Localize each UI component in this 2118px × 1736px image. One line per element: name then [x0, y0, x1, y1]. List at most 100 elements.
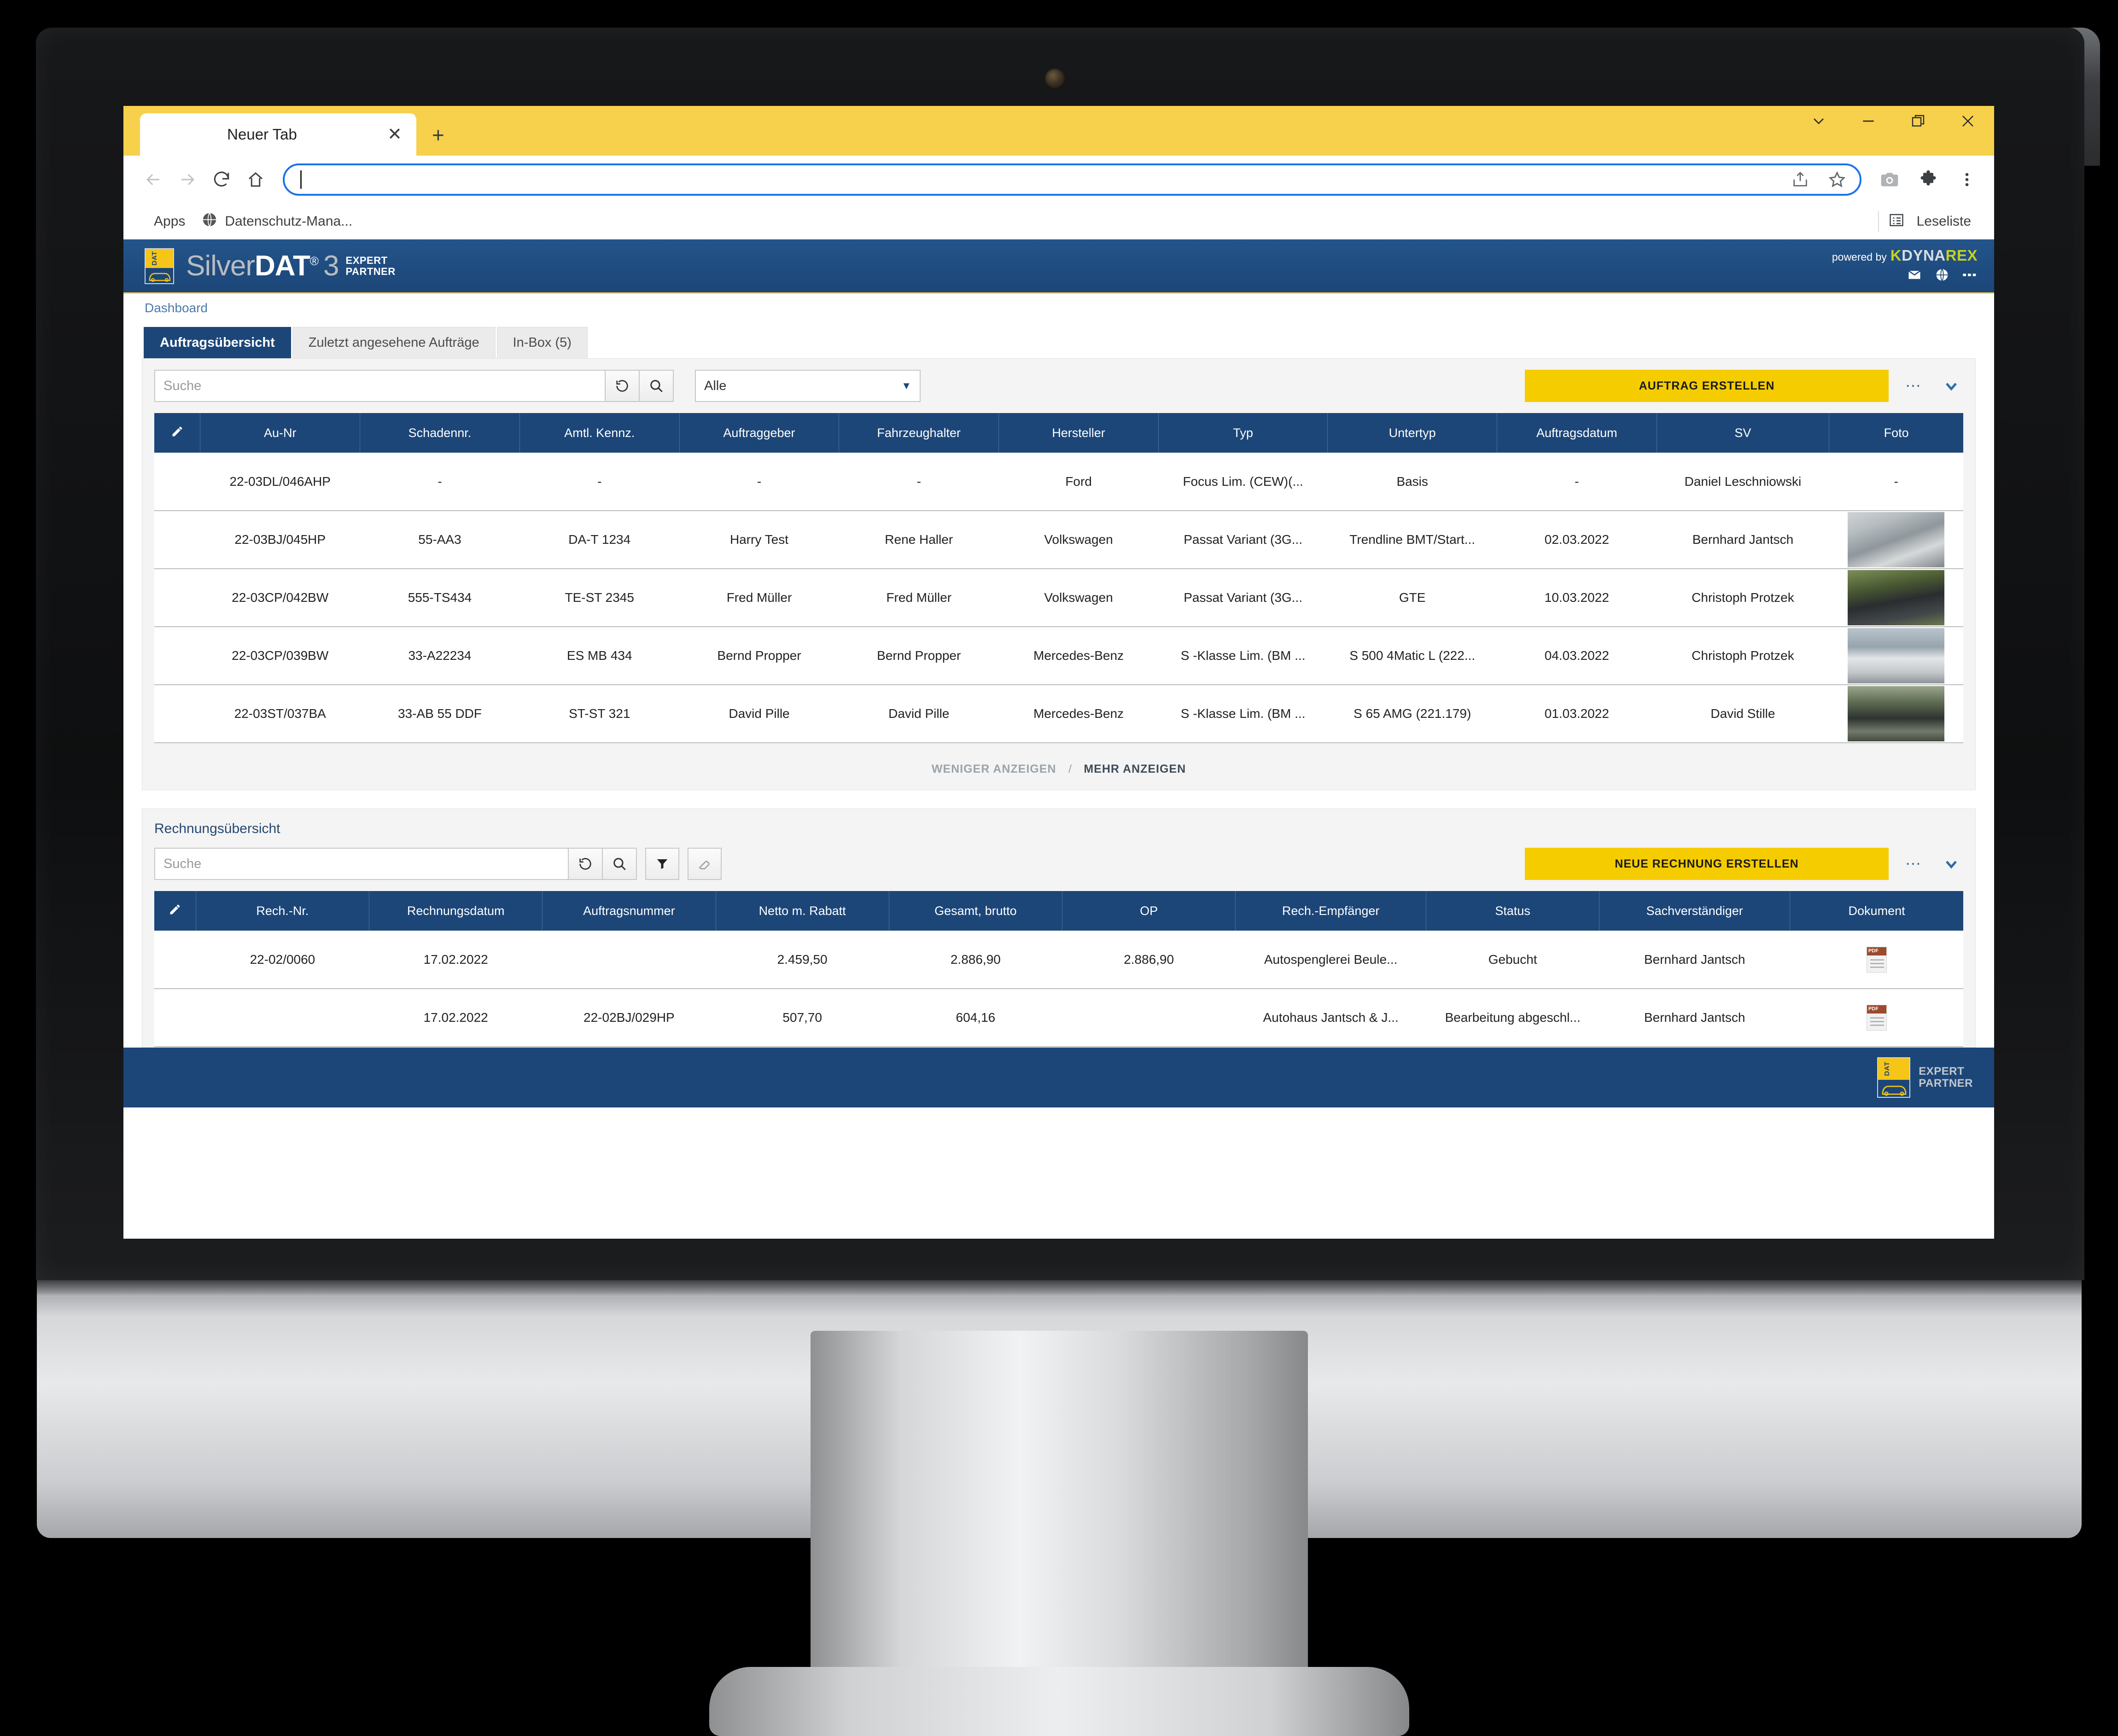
orders-col-auftragsdatum[interactable]: Auftragsdatum: [1497, 413, 1657, 453]
cell-foto[interactable]: [1829, 627, 1963, 685]
orders-col-typ[interactable]: Typ: [1158, 413, 1328, 453]
orders-col-untertyp[interactable]: Untertyp: [1327, 413, 1497, 453]
minimize-icon[interactable]: [1858, 111, 1879, 132]
create-order-button[interactable]: AUFTRAG ERSTELLEN: [1525, 370, 1889, 402]
brand-expert-partner: EXPERT PARTNER: [346, 255, 396, 276]
tab-inbox[interactable]: In-Box (5): [496, 327, 588, 358]
invoices-eraser-icon[interactable]: [688, 848, 722, 880]
orders-collapse-icon[interactable]: [1942, 377, 1960, 395]
orders-search-icon[interactable]: [640, 370, 674, 402]
new-tab-icon[interactable]: +: [432, 124, 444, 146]
tab-close-icon[interactable]: ✕: [384, 126, 405, 143]
invoices-col-netto[interactable]: Netto m. Rabatt: [716, 891, 889, 931]
invoices-col-empfaenger[interactable]: Rech.-Empfänger: [1235, 891, 1427, 931]
extensions-puzzle-icon[interactable]: [1914, 165, 1943, 194]
row-edit-cell[interactable]: [154, 685, 200, 743]
orders-col-sv[interactable]: SV: [1657, 413, 1830, 453]
row-edit-cell[interactable]: [154, 627, 200, 685]
row-edit-cell[interactable]: [154, 569, 200, 627]
invoices-col-sachverstaendiger[interactable]: Sachverständiger: [1599, 891, 1791, 931]
invoices-search-input[interactable]: [154, 848, 569, 880]
cell-foto[interactable]: [1829, 511, 1963, 569]
show-less-link[interactable]: WENIGER ANZEIGEN: [932, 763, 1056, 775]
invoices-edit-column-header[interactable]: [154, 891, 196, 931]
invoices-col-rechnungsdatum[interactable]: Rechnungsdatum: [369, 891, 543, 931]
vehicle-thumbnail[interactable]: [1848, 570, 1945, 625]
vehicle-thumbnail[interactable]: [1848, 512, 1945, 567]
cell-dokument[interactable]: PDF: [1790, 989, 1963, 1047]
invoices-col-op[interactable]: OP: [1062, 891, 1236, 931]
cell-au-nr: 22-03DL/046AHP: [200, 453, 360, 511]
invoices-overflow-icon[interactable]: ⋯: [1905, 855, 1922, 873]
pdf-icon[interactable]: PDF: [1866, 1005, 1887, 1031]
invoices-col-rech-nr[interactable]: Rech.-Nr.: [196, 891, 370, 931]
row-edit-cell[interactable]: [154, 931, 196, 989]
cell-foto[interactable]: [1829, 685, 1963, 743]
bookmark-apps[interactable]: Apps: [146, 210, 193, 233]
forward-icon[interactable]: [170, 163, 204, 197]
chevron-down-icon[interactable]: [1808, 111, 1829, 132]
restore-icon[interactable]: [1908, 111, 1929, 132]
invoices-header-row: Rech.-Nr. Rechnungsdatum Auftragsnummer …: [154, 891, 1963, 931]
orders-reset-icon[interactable]: [606, 370, 640, 402]
create-invoice-button[interactable]: NEUE RECHNUNG ERSTELLEN: [1525, 848, 1889, 880]
back-icon[interactable]: [136, 163, 170, 197]
vehicle-thumbnail[interactable]: [1848, 628, 1945, 683]
invoices-col-dokument[interactable]: Dokument: [1790, 891, 1963, 931]
table-row[interactable]: 22-03CP/042BW 555-TS434 TE-ST 2345 Fred …: [154, 569, 1963, 627]
orders-col-kennz[interactable]: Amtl. Kennz.: [519, 413, 680, 453]
home-icon[interactable]: [239, 163, 273, 197]
reading-list-label-wrap[interactable]: Leseliste: [1914, 210, 1979, 233]
row-edit-cell[interactable]: [154, 989, 196, 1047]
dat-logo-word: DAT: [1883, 1061, 1891, 1076]
invoices-search-icon[interactable]: [603, 848, 637, 880]
window-close-icon[interactable]: [1957, 111, 1978, 132]
row-edit-cell[interactable]: [154, 453, 200, 511]
orders-col-halter[interactable]: Fahrzeughalter: [839, 413, 999, 453]
orders-search-input[interactable]: [154, 370, 606, 402]
browser-tab[interactable]: Neuer Tab ✕: [140, 113, 416, 156]
vehicle-thumbnail[interactable]: [1848, 686, 1945, 741]
cell-dokument[interactable]: PDF: [1790, 931, 1963, 989]
orders-overflow-icon[interactable]: ⋯: [1905, 377, 1922, 395]
table-row[interactable]: 22-03CP/039BW 33-A22234 ES MB 434 Bernd …: [154, 627, 1963, 685]
invoices-funnel-icon[interactable]: [645, 848, 679, 880]
orders-col-hersteller[interactable]: Hersteller: [998, 413, 1159, 453]
table-row[interactable]: 22-03BJ/045HP 55-AA3 DA-T 1234 Harry Tes…: [154, 511, 1963, 569]
invoices-col-status[interactable]: Status: [1426, 891, 1600, 931]
row-edit-cell[interactable]: [154, 511, 200, 569]
bookmark-item[interactable]: Datenschutz-Mana...: [193, 208, 361, 235]
invoices-collapse-icon[interactable]: [1942, 855, 1960, 873]
orders-col-foto[interactable]: Foto: [1829, 413, 1963, 453]
orders-filter-select[interactable]: Alle ▼: [695, 370, 921, 402]
tab-auftragsuebersicht[interactable]: Auftragsübersicht: [144, 327, 291, 358]
orders-edit-column-header[interactable]: [154, 413, 201, 453]
orders-col-au-nr[interactable]: Au-Nr: [200, 413, 361, 453]
more-horizontal-icon[interactable]: [1962, 267, 1978, 283]
invoices-col-auftragsnummer[interactable]: Auftragsnummer: [542, 891, 716, 931]
more-vertical-icon[interactable]: [1953, 165, 1981, 194]
reload-icon[interactable]: [204, 163, 239, 197]
orders-col-schadennr[interactable]: Schadennr.: [360, 413, 520, 453]
invoices-reset-icon[interactable]: [569, 848, 603, 880]
pdf-icon[interactable]: PDF: [1866, 946, 1887, 973]
cell-auftraggeber: Harry Test: [679, 511, 839, 569]
table-row[interactable]: 22-03ST/037BA 33-AB 55 DDF ST-ST 321 Dav…: [154, 685, 1963, 743]
show-more-link[interactable]: MEHR ANZEIGEN: [1084, 763, 1186, 775]
star-icon[interactable]: [1825, 167, 1850, 192]
table-row[interactable]: 22-03DL/046AHP - - - - Ford Focus Lim. (…: [154, 453, 1963, 511]
invoices-col-brutto[interactable]: Gesamt, brutto: [889, 891, 1062, 931]
table-row[interactable]: 22-02/0060 17.02.2022 2.459,50 2.886,90 …: [154, 931, 1963, 989]
address-bar[interactable]: [283, 163, 1861, 196]
share-icon[interactable]: [1788, 167, 1813, 192]
cell-foto[interactable]: [1829, 569, 1963, 627]
camera-icon[interactable]: [1875, 165, 1904, 194]
breadcrumb[interactable]: Dashboard: [145, 301, 208, 315]
orders-col-auftraggeber[interactable]: Auftraggeber: [679, 413, 840, 453]
table-row[interactable]: 17.02.2022 22-02BJ/029HP 507,70 604,16 A…: [154, 989, 1963, 1047]
orders-header-row: Au-Nr Schadennr. Amtl. Kennz. Auftraggeb…: [154, 413, 1963, 453]
reading-list-icon[interactable]: [1888, 212, 1905, 231]
globe-icon[interactable]: [1934, 267, 1950, 283]
tab-zuletzt-angesehene-auftraege[interactable]: Zuletzt angesehene Aufträge: [292, 327, 496, 358]
mail-icon[interactable]: [1907, 267, 1922, 283]
